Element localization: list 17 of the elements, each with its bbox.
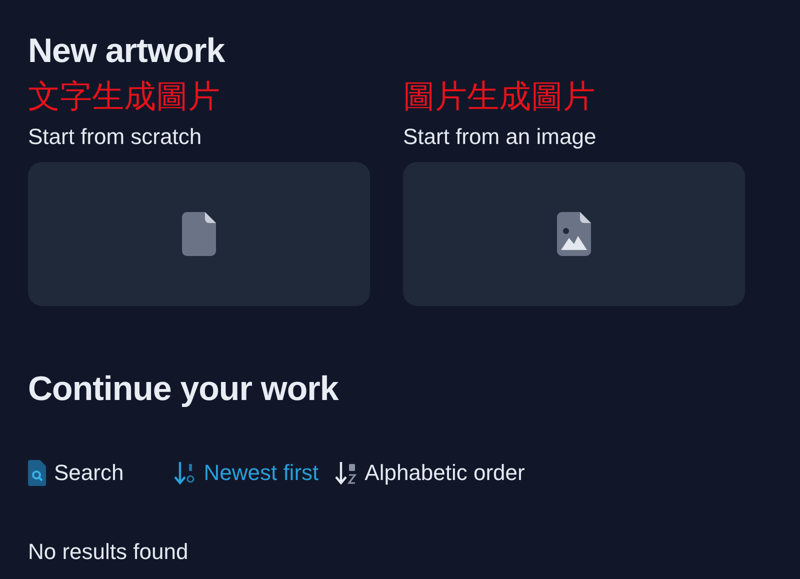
annotation-text: 圖片生成圖片 [403, 80, 595, 112]
sort-option[interactable]: Alphabetic order [334, 456, 525, 489]
annotation-text: 文字生成圖片 [28, 80, 220, 112]
new-artwork-card[interactable] [28, 162, 370, 306]
section-title: New artwork [28, 34, 226, 68]
sort-icon [334, 460, 357, 484]
option-label: Start from scratch [28, 126, 202, 148]
empty-message: No results found [28, 538, 188, 566]
search-icon [28, 460, 46, 486]
document-icon [182, 212, 216, 256]
sort-option[interactable]: Newest first [174, 456, 319, 489]
option-label: Start from an image [403, 126, 596, 148]
image-file-icon [557, 212, 591, 256]
sort-icon [174, 460, 196, 484]
section-title: Continue your work [28, 372, 340, 406]
search-button[interactable]: Search [28, 456, 124, 489]
new-artwork-card[interactable] [403, 162, 745, 306]
